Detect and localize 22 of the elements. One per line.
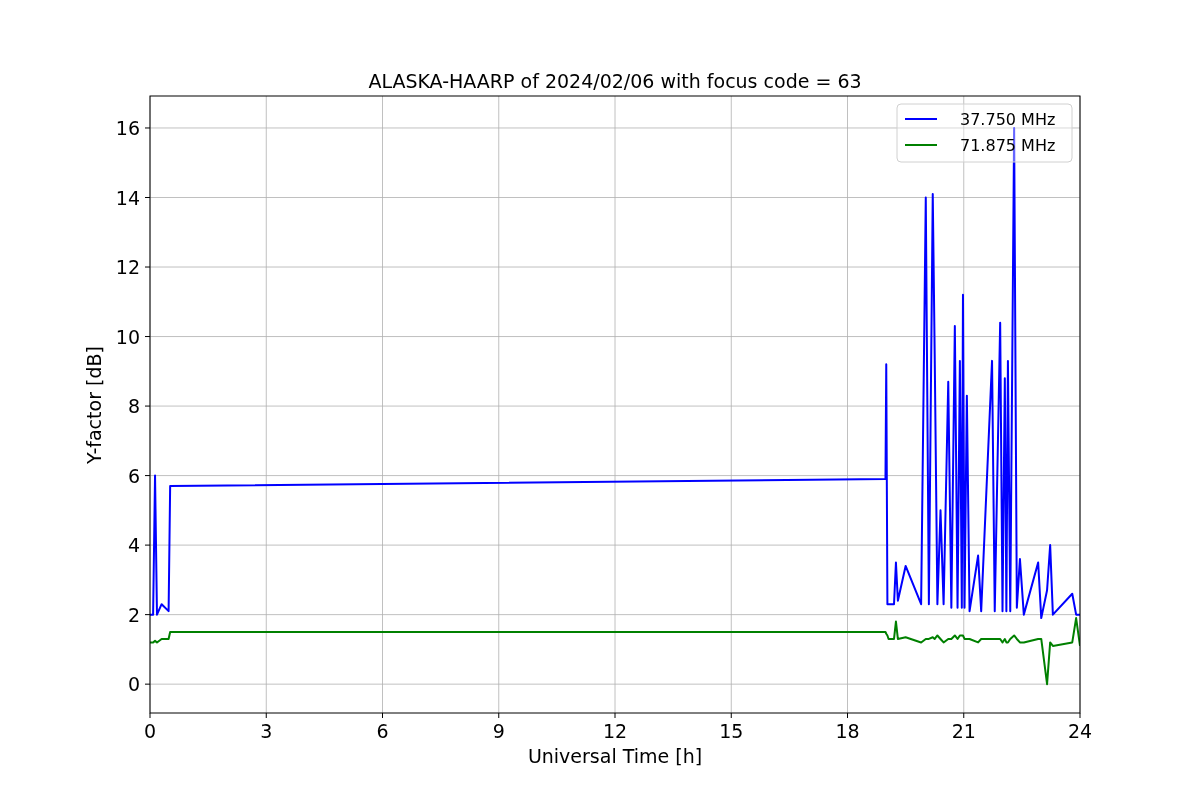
y-tick-label: 2: [127, 603, 140, 626]
x-tick-label: 6: [376, 720, 389, 742]
x-tick-label: 15: [719, 720, 744, 742]
x-tick-label: 18: [835, 720, 860, 742]
y-tick-label: 14: [115, 186, 140, 209]
x-tick-label: 12: [602, 720, 628, 742]
x-tick-label: 9: [492, 720, 505, 742]
x-tick-label: 3: [260, 720, 273, 742]
y-tick-label: 8: [127, 395, 140, 418]
y-tick-label: 0: [127, 673, 140, 696]
x-tick-label: 0: [143, 720, 157, 742]
x-tick-label: 21: [951, 720, 976, 742]
y-tick-label: 4: [127, 534, 140, 557]
y-tick-label: 16: [115, 117, 140, 139]
y-tick-label: 6: [127, 464, 140, 487]
y-tick-label: 12: [115, 256, 140, 278]
chart-title: ALASKA-HAARP of 2024/02/06 with focus code = 63: [368, 70, 862, 92]
y-tick-label: 10: [115, 325, 140, 348]
x-axis-label: Universal Time [h]: [527, 745, 703, 767]
legend-label: 37.750 MHz: [960, 110, 1056, 129]
y-axis-label: Y-factor [dB]: [83, 346, 105, 464]
x-tick-label: 24: [1067, 720, 1093, 742]
